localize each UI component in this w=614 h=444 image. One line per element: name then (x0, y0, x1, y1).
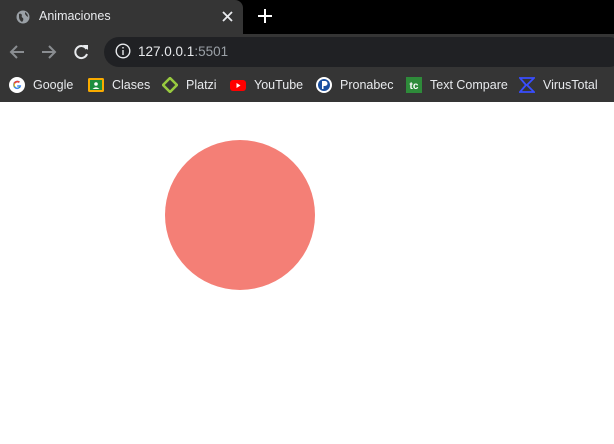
bookmark-platzi[interactable]: Platzi (162, 76, 217, 94)
bookmark-label: Google (33, 78, 74, 92)
globe-icon (16, 10, 30, 24)
url-port: :5501 (194, 44, 229, 59)
tab-animaciones[interactable]: Animaciones (0, 0, 243, 34)
text-compare-icon: tc (406, 77, 422, 93)
bookmark-google[interactable]: Google (9, 76, 73, 94)
bookmark-text-compare[interactable]: tc Text Compare (406, 76, 508, 94)
bookmark-youtube[interactable]: YouTube (230, 76, 303, 94)
tab-title: Animaciones (39, 9, 111, 23)
page-content (0, 102, 614, 444)
virustotal-icon (519, 77, 535, 93)
youtube-icon (230, 80, 246, 91)
platzi-icon (162, 77, 178, 93)
google-icon (9, 77, 25, 93)
bookmark-virustotal[interactable]: VirusTotal (519, 76, 598, 94)
bookmark-label: VirusTotal (543, 78, 598, 92)
bookmark-clases[interactable]: Clases (88, 76, 150, 94)
bookmark-label: Pronabec (340, 78, 394, 92)
bookmark-label: YouTube (254, 78, 304, 92)
info-icon[interactable] (115, 43, 131, 59)
forward-arrow-icon[interactable] (40, 43, 58, 61)
pronabec-icon (316, 77, 332, 93)
classroom-icon (88, 78, 104, 92)
animated-circle (165, 140, 315, 290)
bookmark-label: Clases (112, 78, 151, 92)
url-text[interactable]: 127.0.0.1:5501 (138, 44, 228, 59)
bookmark-label: Platzi (186, 78, 217, 92)
back-arrow-icon[interactable] (8, 43, 26, 61)
reload-icon[interactable] (72, 43, 90, 61)
new-tab-icon[interactable] (258, 9, 272, 23)
bookmark-pronabec[interactable]: Pronabec (316, 76, 394, 94)
close-icon[interactable] (221, 10, 234, 23)
bookmark-label: Text Compare (430, 78, 508, 92)
svg-text:tc: tc (410, 81, 419, 92)
url-host: 127.0.0.1 (138, 44, 195, 59)
